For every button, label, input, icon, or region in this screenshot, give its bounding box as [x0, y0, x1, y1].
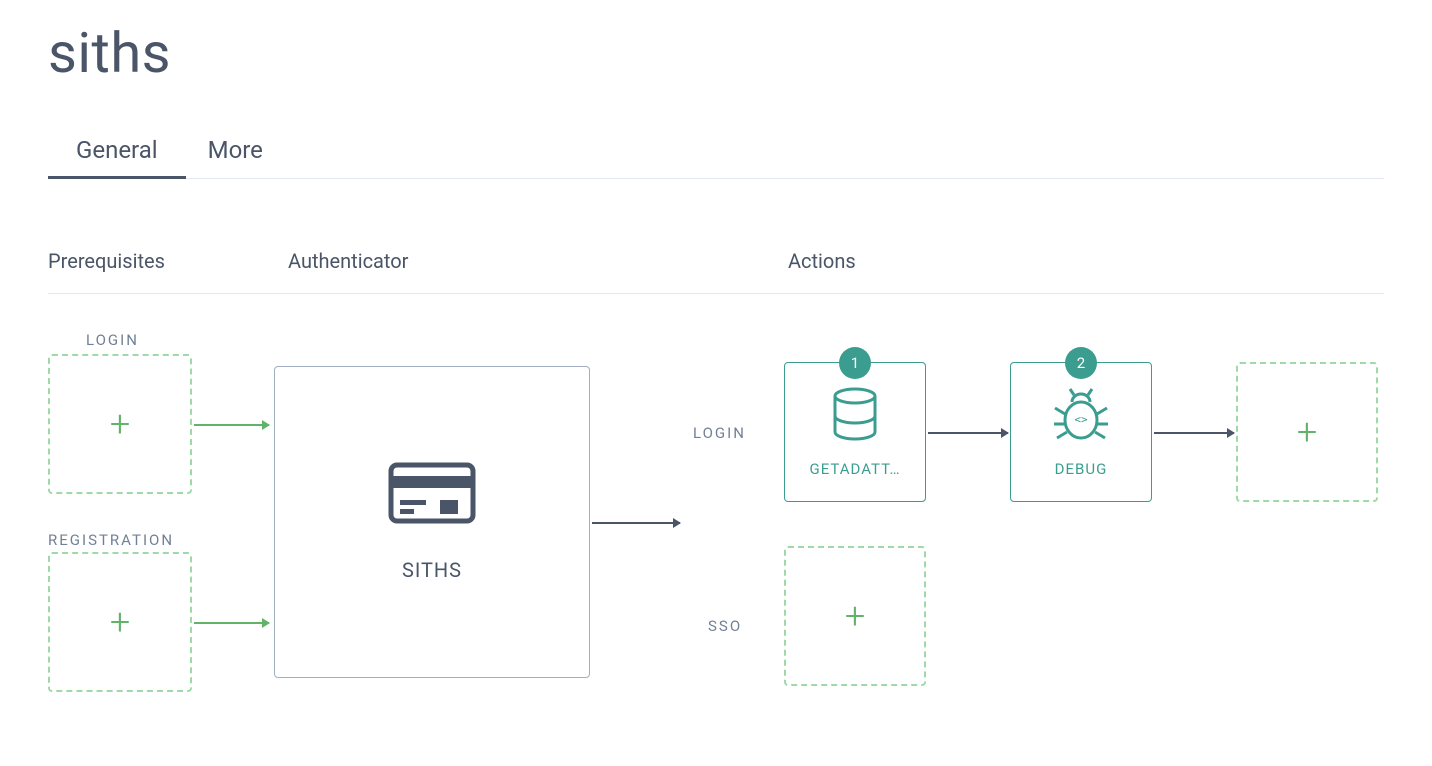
tab-more[interactable]: More [208, 136, 263, 178]
actions-sso-label: SSO [708, 617, 742, 635]
add-sso-action-button[interactable]: + [784, 546, 926, 686]
plus-icon: + [110, 406, 130, 442]
action-debug[interactable]: 2 <> DEBUG [1010, 362, 1152, 502]
plus-icon: + [1297, 414, 1317, 450]
action-order-badge: 1 [839, 347, 871, 379]
tab-general[interactable]: General [76, 136, 158, 178]
database-icon [829, 386, 881, 446]
add-login-action-button[interactable]: + [1236, 362, 1378, 502]
authenticator-label: SITHS [402, 558, 462, 582]
action-order-badge: 2 [1065, 347, 1097, 379]
col-header-authenticator: Authenticator [288, 249, 788, 273]
actions-login-label: LOGIN [693, 424, 746, 442]
add-prereq-login-button[interactable]: + [48, 354, 192, 494]
card-icon [388, 462, 476, 528]
arrow-action2-to-add [1154, 432, 1234, 434]
arrow-prereq-login-to-auth [194, 424, 269, 426]
arrow-prereq-reg-to-auth [194, 622, 269, 624]
plus-icon: + [110, 604, 130, 640]
page-title: siths [48, 20, 1384, 86]
prereq-registration-label: REGISTRATION [48, 531, 174, 549]
plus-icon: + [845, 598, 865, 634]
arrow-auth-to-actions [592, 522, 680, 524]
diagram-canvas: LOGIN + REGISTRATION + SITHS [48, 324, 1384, 744]
columns-header: Prerequisites Authenticator Actions [48, 249, 1384, 294]
action-label: DEBUG [1055, 460, 1108, 478]
bug-icon: <> [1052, 386, 1110, 446]
svg-text:<>: <> [1074, 413, 1088, 426]
arrow-action1-to-action2 [928, 432, 1008, 434]
prereq-login-label: LOGIN [86, 331, 139, 349]
action-getadatt[interactable]: 1 GETADATT… [784, 362, 926, 502]
action-label: GETADATT… [809, 460, 900, 478]
authenticator-siths[interactable]: SITHS [274, 366, 590, 678]
col-header-actions: Actions [788, 249, 1384, 273]
col-header-prerequisites: Prerequisites [48, 249, 288, 273]
add-prereq-registration-button[interactable]: + [48, 552, 192, 692]
tabs: General More [48, 136, 1384, 179]
